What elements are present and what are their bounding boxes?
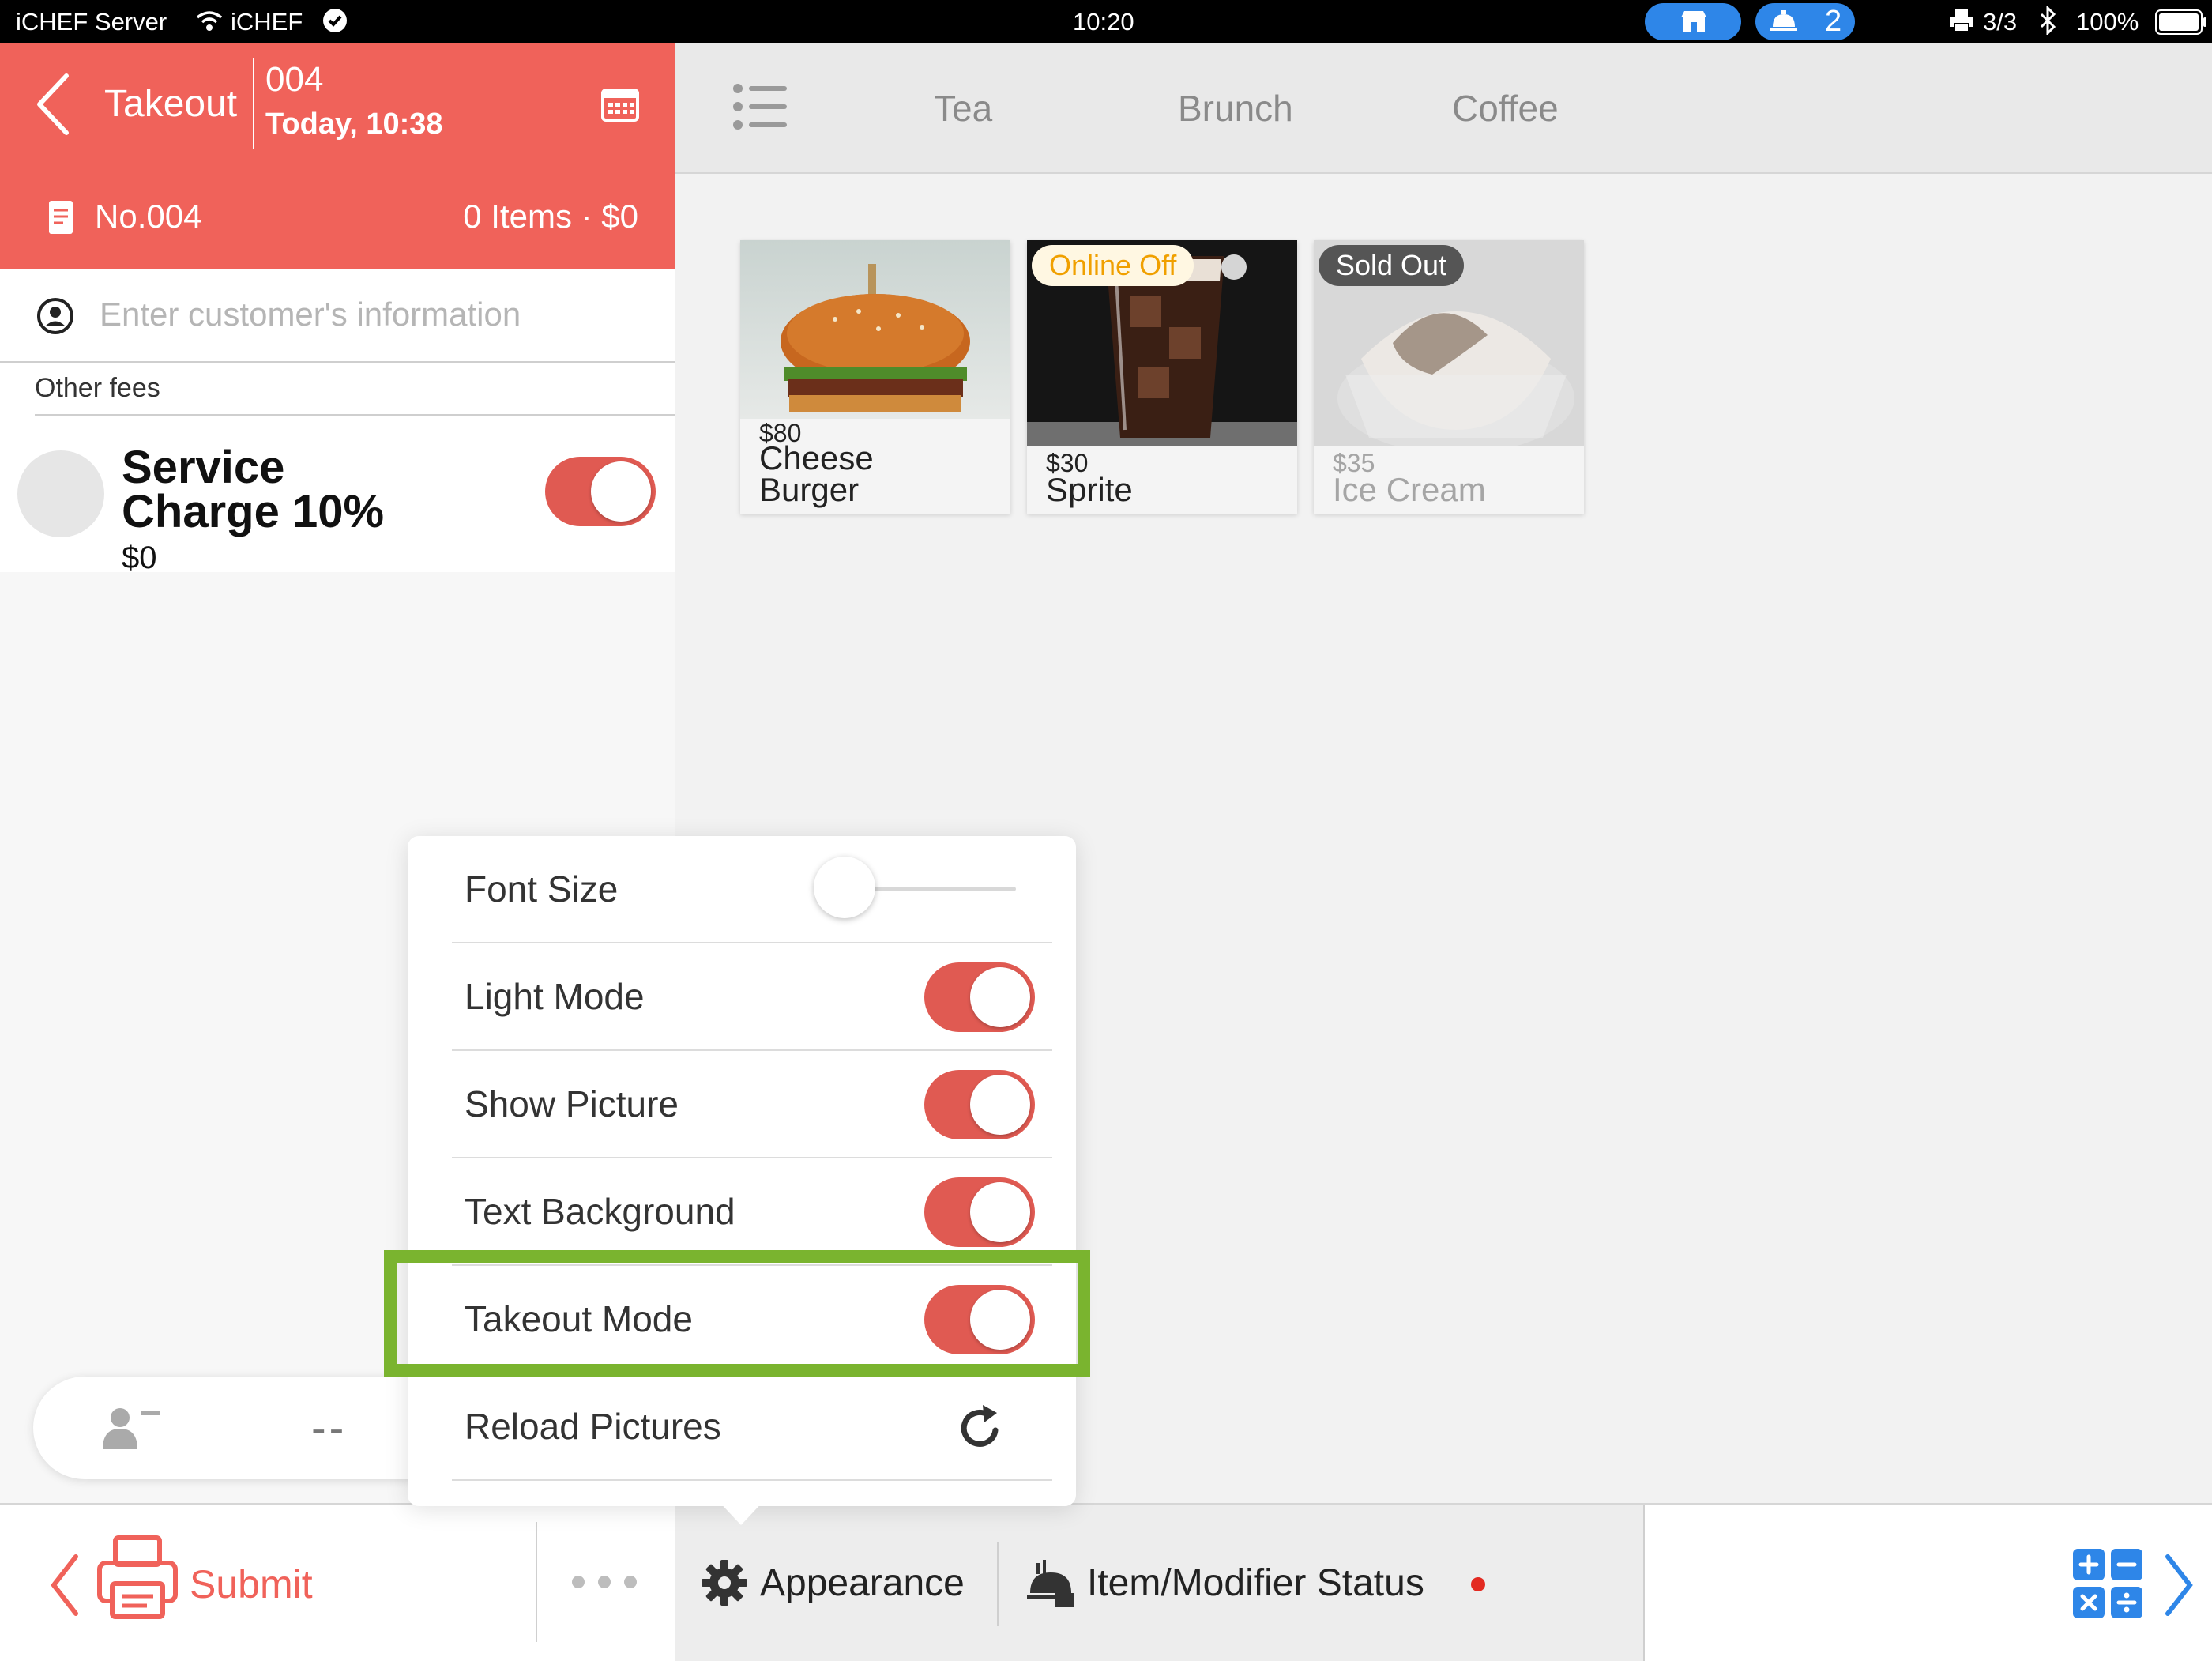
- order-datetime: Today, 10:38: [265, 107, 443, 141]
- category-list-icon[interactable]: [733, 82, 788, 131]
- popover-arrow: [716, 1498, 766, 1525]
- customer-info-row[interactable]: Enter customer's information: [0, 269, 675, 363]
- light-mode-label: Light Mode: [465, 976, 645, 1017]
- reload-icon[interactable]: [959, 1403, 1003, 1451]
- receipt-icon: [47, 199, 74, 235]
- table-status-pill[interactable]: [1645, 3, 1741, 40]
- notification-dot: [1471, 1577, 1485, 1591]
- show-picture-row: Show Picture: [452, 1051, 1052, 1158]
- text-background-label: Text Background: [465, 1191, 735, 1232]
- item-name: Ice Cream: [1333, 471, 1486, 508]
- other-fees-label: Other fees: [35, 373, 160, 403]
- fee-avatar: [17, 450, 104, 537]
- show-picture-label: Show Picture: [465, 1083, 679, 1124]
- calendar-icon[interactable]: [600, 84, 640, 123]
- menu-item-card[interactable]: Sold Out $35 Ice Cream: [1314, 240, 1584, 514]
- service-bell-icon: [1770, 9, 1798, 33]
- guest-count: --: [311, 1403, 348, 1452]
- bell-count: 2: [1825, 5, 1842, 38]
- item-name: Cheese Burger: [759, 439, 874, 508]
- service-charge-toggle[interactable]: [545, 457, 656, 526]
- reload-pictures-label: Reload Pictures: [465, 1406, 721, 1447]
- toolbar-divider: [1643, 1505, 1645, 1661]
- customer-input-placeholder[interactable]: Enter customer's information: [100, 296, 521, 333]
- fee-name: Service Charge 10%: [122, 442, 385, 537]
- text-background-toggle[interactable]: [924, 1177, 1035, 1247]
- battery-icon: [2155, 9, 2207, 35]
- bell-pill[interactable]: 2: [1755, 3, 1855, 40]
- calculator-icon[interactable]: [2071, 1547, 2144, 1620]
- divider: [35, 414, 675, 416]
- appearance-popover: Font Size Light Mode Show Picture Text B…: [408, 836, 1076, 1525]
- person-icon: [101, 1405, 161, 1449]
- chevron-left-icon[interactable]: [49, 1554, 81, 1617]
- status-bar: iCHEF Server iCHEF 10:20 2 3/3 100%: [0, 0, 2212, 43]
- order-totals: 0 Items · $0: [463, 198, 638, 235]
- chevron-right-icon[interactable]: [2163, 1554, 2195, 1617]
- show-picture-toggle[interactable]: [924, 1070, 1035, 1139]
- other-fees-header: Other fees: [0, 363, 675, 417]
- bottom-toolbar: Submit Appearance Item/Modifier Status: [0, 1503, 2212, 1661]
- menu-item-card[interactable]: $80 Cheese Burger: [740, 240, 1010, 514]
- item-name: Sprite: [1046, 471, 1133, 508]
- order-number: 004: [265, 60, 324, 99]
- menu-item-card[interactable]: Online Off $30 Sprite: [1027, 240, 1297, 514]
- battery-percent: 100%: [2076, 8, 2139, 36]
- reload-pictures-row[interactable]: Reload Pictures: [452, 1373, 1052, 1481]
- wifi-name: iCHEF: [231, 8, 303, 36]
- bluetooth-icon: [2038, 6, 2057, 35]
- order-mode-label[interactable]: Takeout: [104, 82, 237, 126]
- check-circle-icon: [322, 8, 348, 33]
- user-circle-icon: [36, 297, 74, 335]
- carrier-label: iCHEF Server: [16, 8, 167, 36]
- light-mode-row: Light Mode: [452, 943, 1052, 1051]
- category-bar: Tea Brunch Coffee: [675, 43, 2212, 174]
- printer-icon: [1948, 8, 1975, 33]
- wifi-icon: [196, 9, 223, 32]
- takeout-mode-highlight: [384, 1250, 1090, 1377]
- online-off-badge: Online Off: [1032, 245, 1194, 286]
- order-header: Takeout 004 Today, 10:38: [0, 43, 675, 164]
- toolbar-divider: [536, 1522, 537, 1642]
- font-size-slider-thumb[interactable]: [814, 857, 875, 918]
- burger-photo: [740, 240, 1010, 419]
- fee-amount: $0: [122, 540, 157, 575]
- toolbar-divider: [997, 1542, 999, 1626]
- item-modifier-status-button[interactable]: Item/Modifier Status: [1087, 1561, 1424, 1605]
- category-tab-tea[interactable]: Tea: [934, 87, 992, 130]
- light-mode-toggle[interactable]: [924, 962, 1035, 1032]
- service-charge-row: Service Charge 10% $0: [0, 417, 675, 575]
- order-summary-bar[interactable]: No.004 0 Items · $0: [0, 164, 675, 269]
- sold-out-badge: Sold Out: [1319, 245, 1465, 286]
- more-icon[interactable]: [570, 1574, 638, 1590]
- dish-status-icon: [1025, 1558, 1076, 1609]
- store-icon: [1680, 9, 1708, 33]
- clock: 10:20: [1073, 8, 1134, 36]
- font-size-row: Font Size: [452, 836, 1052, 943]
- category-tab-brunch[interactable]: Brunch: [1178, 87, 1293, 130]
- appearance-button[interactable]: Appearance: [760, 1561, 965, 1605]
- printer-submit-icon[interactable]: [96, 1535, 179, 1620]
- submit-button[interactable]: Submit: [190, 1561, 313, 1607]
- receipt-number: No.004: [95, 198, 202, 235]
- back-chevron-icon[interactable]: [35, 73, 71, 136]
- printer-count: 3/3: [1983, 8, 2018, 36]
- gear-icon: [702, 1560, 747, 1606]
- category-tab-coffee[interactable]: Coffee: [1452, 87, 1559, 130]
- header-divider: [253, 58, 254, 149]
- font-size-label: Font Size: [465, 868, 619, 910]
